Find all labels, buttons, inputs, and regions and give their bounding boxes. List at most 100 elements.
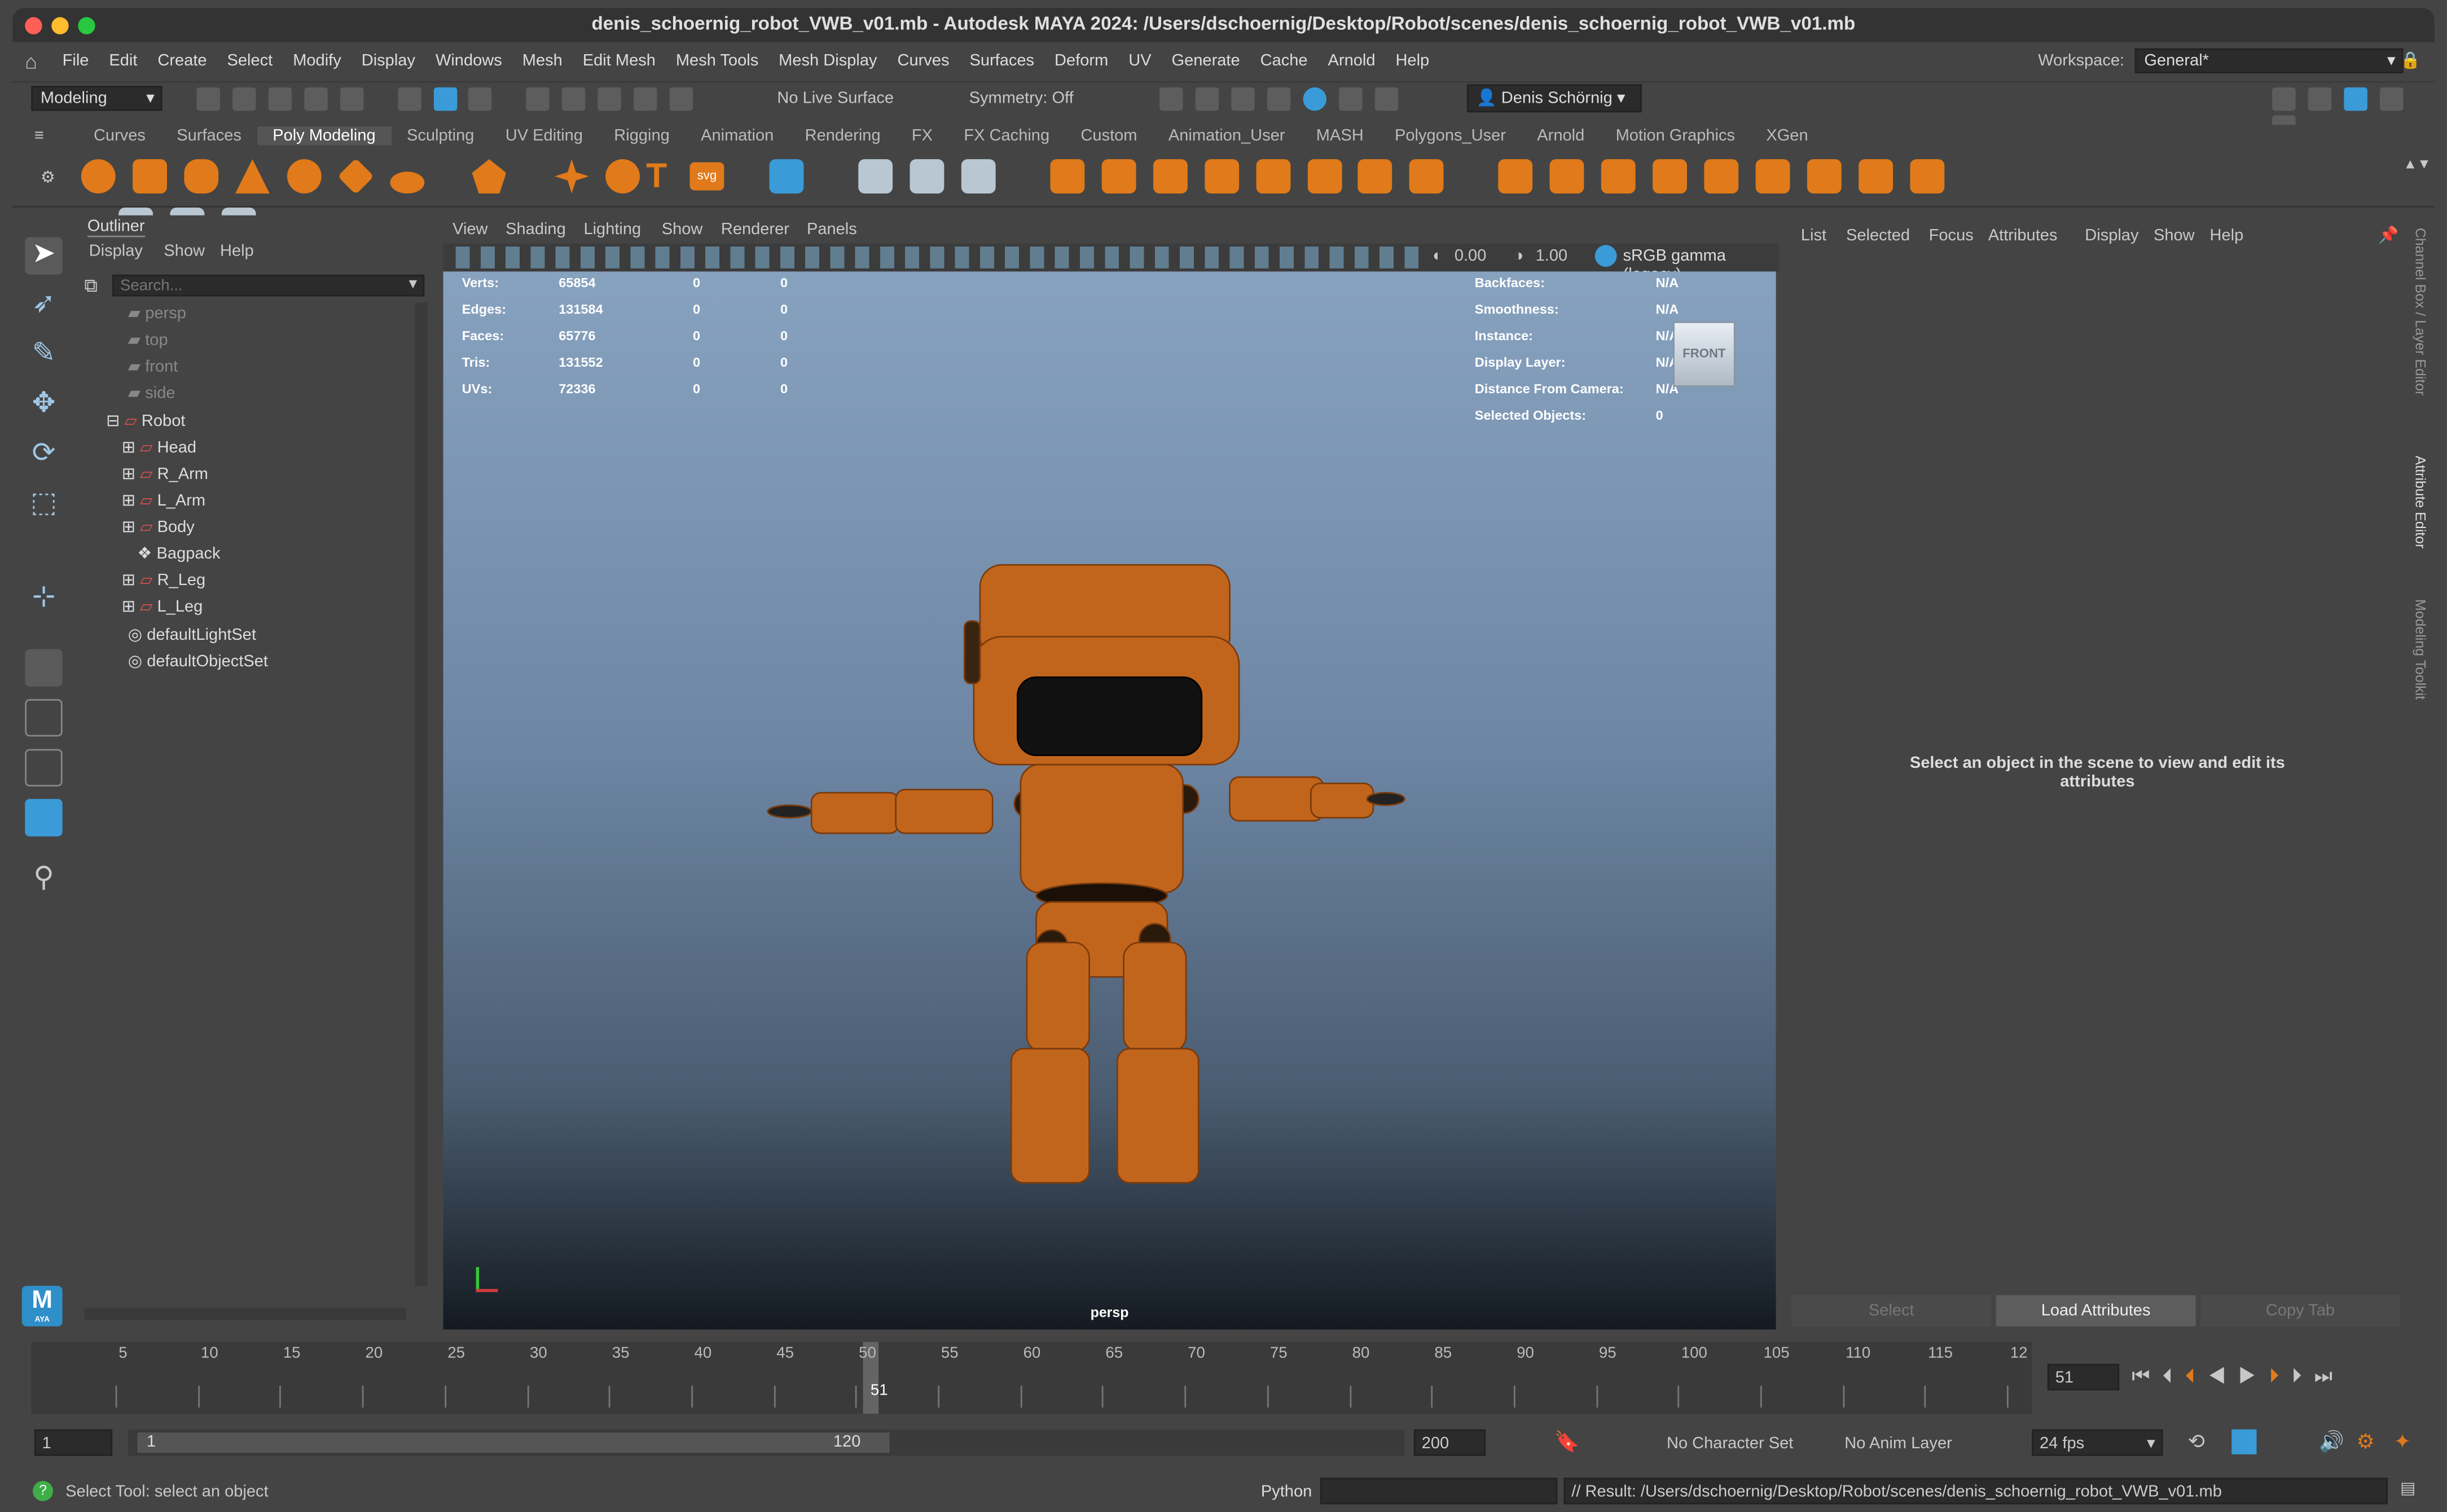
mirror-icon[interactable] <box>1307 159 1342 194</box>
platonic-solid-icon[interactable] <box>472 159 507 194</box>
snap-grid-icon[interactable] <box>526 87 550 111</box>
outliner-search-input[interactable] <box>112 274 425 297</box>
attr-menu-help[interactable]: Help <box>2210 226 2244 245</box>
attr-menu-focus[interactable]: Focus <box>1929 226 1974 245</box>
tree-item-l-arm[interactable]: ⊞ ▱ L_Arm <box>78 489 465 515</box>
menu-modify[interactable]: Modify <box>293 51 341 70</box>
boolean-union-icon[interactable] <box>1153 159 1188 194</box>
layout-grid-icon[interactable] <box>770 159 805 194</box>
range-slider-handle[interactable] <box>137 1432 890 1453</box>
animation-end-field[interactable]: 200 <box>1413 1429 1486 1456</box>
loop-icon[interactable]: ⟲ <box>2188 1430 2205 1454</box>
go-to-start-icon[interactable]: ⏮ <box>2132 1364 2162 1387</box>
poly-disc-icon[interactable] <box>389 172 424 194</box>
move-tool-icon[interactable]: ✥ <box>25 387 62 424</box>
tree-item-default-object-set[interactable]: ◎ defaultObjectSet <box>78 649 471 676</box>
workspace-dropdown[interactable]: General* ▾ <box>2134 48 2404 73</box>
step-back-key-icon[interactable]: ⏴ <box>2185 1364 2208 1387</box>
panel-toolbar-icons[interactable] <box>455 247 1424 269</box>
ipr-render-icon[interactable] <box>1231 87 1255 111</box>
redo-icon[interactable] <box>340 87 363 111</box>
viewport-menu-view[interactable]: View <box>453 220 487 239</box>
tool-settings-toggle-icon[interactable] <box>2379 87 2403 111</box>
user-account-dropdown[interactable]: 👤 Denis Schörnig ▾ <box>1466 84 1642 113</box>
step-back-icon[interactable]: ⏴ <box>2163 1364 2185 1387</box>
sound-icon[interactable]: 🔊 <box>2319 1430 2344 1454</box>
gamma-field[interactable]: 1.00 <box>1536 247 1568 265</box>
render-settings-icon[interactable] <box>1267 87 1290 111</box>
super-shape-icon[interactable] <box>554 159 589 194</box>
viewport-menu-lighting[interactable]: Lighting <box>583 220 641 239</box>
expand-icon[interactable]: ⊞ <box>122 438 140 457</box>
gamma-icon[interactable]: ◑ <box>1514 247 1524 265</box>
tree-item-head[interactable]: ⊞ ▱ Head <box>78 436 465 462</box>
tree-item-front[interactable]: ▰ front <box>78 354 471 381</box>
modeling-toolkit-toggle-icon[interactable] <box>2272 87 2296 111</box>
multi-cut-icon[interactable] <box>1858 159 1893 194</box>
home-icon[interactable]: ⌂ <box>25 50 37 73</box>
shelf-tab-rendering[interactable]: Rendering <box>789 126 896 145</box>
combine-icon[interactable] <box>858 159 893 194</box>
chevron-down-icon[interactable]: ▾ <box>409 275 418 293</box>
lasso-tool-icon[interactable]: ➶ <box>25 287 62 324</box>
attr-menu-selected[interactable]: Selected <box>1846 226 1910 245</box>
tree-item-r-arm[interactable]: ⊞ ▱ R_Arm <box>78 462 465 489</box>
lock-icon[interactable]: 🔒 <box>2400 50 2420 70</box>
outliner-tab[interactable]: Outliner <box>87 217 145 238</box>
retopologize-icon[interactable] <box>1409 159 1444 194</box>
shelf-tab-xgen[interactable]: XGen <box>1751 126 1824 145</box>
shelf-tab-fx-caching[interactable]: FX Caching <box>948 126 1065 145</box>
expand-icon[interactable]: ⊞ <box>122 571 140 590</box>
outliner-horizontal-scrollbar[interactable] <box>84 1307 406 1320</box>
tree-item-persp[interactable]: ▰ persp <box>78 301 471 328</box>
shelf-tab-custom[interactable]: Custom <box>1065 126 1153 145</box>
shelf-tab-rigging[interactable]: Rigging <box>599 126 686 145</box>
script-editor-icon[interactable]: ▤ <box>2400 1479 2415 1498</box>
time-slider[interactable]: 5 10 15 20 25 30 35 40 45 50 55 60 65 70 75 80 85 90 95 100… <box>31 1342 2032 1414</box>
cache-playback-icon[interactable] <box>2231 1429 2257 1454</box>
snap-surface-icon[interactable] <box>669 87 693 111</box>
svg-tool-icon[interactable]: svg <box>689 162 724 191</box>
shelf-tab-animation[interactable]: Animation <box>685 126 789 145</box>
poly-plane-icon[interactable] <box>337 158 374 195</box>
scale-tool-icon[interactable]: ⬚ <box>25 487 62 524</box>
render-view-icon[interactable] <box>1159 87 1183 111</box>
menu-display[interactable]: Display <box>362 51 415 70</box>
viewport-menu-renderer[interactable]: Renderer <box>721 220 789 239</box>
animation-preferences-icon[interactable]: ⚙ <box>2357 1430 2375 1454</box>
menu-create[interactable]: Create <box>157 51 207 70</box>
expand-icon[interactable]: ⊞ <box>122 465 140 484</box>
fps-dropdown[interactable]: 24 fps ▾ <box>2032 1429 2163 1456</box>
tree-item-l-leg[interactable]: ⊞ ▱ L_Leg <box>78 595 465 621</box>
tree-item-robot[interactable]: ⊟ ▱ Robot <box>78 409 449 436</box>
shelf-tab-polygons-user[interactable]: Polygons_User <box>1379 126 1521 145</box>
boolean-intersection-icon[interactable] <box>1255 159 1290 194</box>
mode-dropdown[interactable]: Modeling ▾ <box>31 86 162 111</box>
shelf-tab-motion-graphics[interactable]: Motion Graphics <box>1600 126 1751 145</box>
human-ik-toggle-icon[interactable] <box>2308 87 2332 111</box>
type-tool-icon[interactable]: T <box>646 156 667 197</box>
tree-item-side[interactable]: ▰ side <box>78 381 471 407</box>
play-backward-icon[interactable]: ◀ <box>2208 1364 2238 1387</box>
shelf-tab-surfaces[interactable]: Surfaces <box>161 126 257 145</box>
expand-icon[interactable]: ⊞ <box>122 491 140 510</box>
key-preferences-icon[interactable]: ✦ <box>2394 1430 2411 1454</box>
viewport-menu-shading[interactable]: Shading <box>506 220 566 239</box>
separate-icon[interactable] <box>910 159 944 194</box>
smooth-icon[interactable] <box>1050 159 1085 194</box>
shelf-tab-curves[interactable]: Curves <box>78 126 161 145</box>
outliner-layout-icon[interactable] <box>25 799 63 837</box>
append-polygon-icon[interactable] <box>1704 159 1739 194</box>
symmetry-dropdown[interactable]: Symmetry: Off <box>969 89 1074 108</box>
menu-mesh-tools[interactable]: Mesh Tools <box>676 51 758 70</box>
bridge-icon[interactable] <box>1550 159 1584 194</box>
robot-model[interactable] <box>755 546 1411 1202</box>
sweep-mesh-icon[interactable] <box>605 159 640 194</box>
tab-attribute-editor[interactable]: Attribute Editor <box>2413 456 2428 549</box>
attr-menu-display[interactable]: Display <box>2085 226 2138 245</box>
play-forward-icon[interactable]: ▶ <box>2238 1364 2269 1387</box>
menu-windows[interactable]: Windows <box>436 51 502 70</box>
tab-channel-box[interactable]: Channel Box / Layer Editor <box>2413 228 2428 396</box>
menu-select[interactable]: Select <box>227 51 273 70</box>
menu-surfaces[interactable]: Surfaces <box>969 51 1034 70</box>
